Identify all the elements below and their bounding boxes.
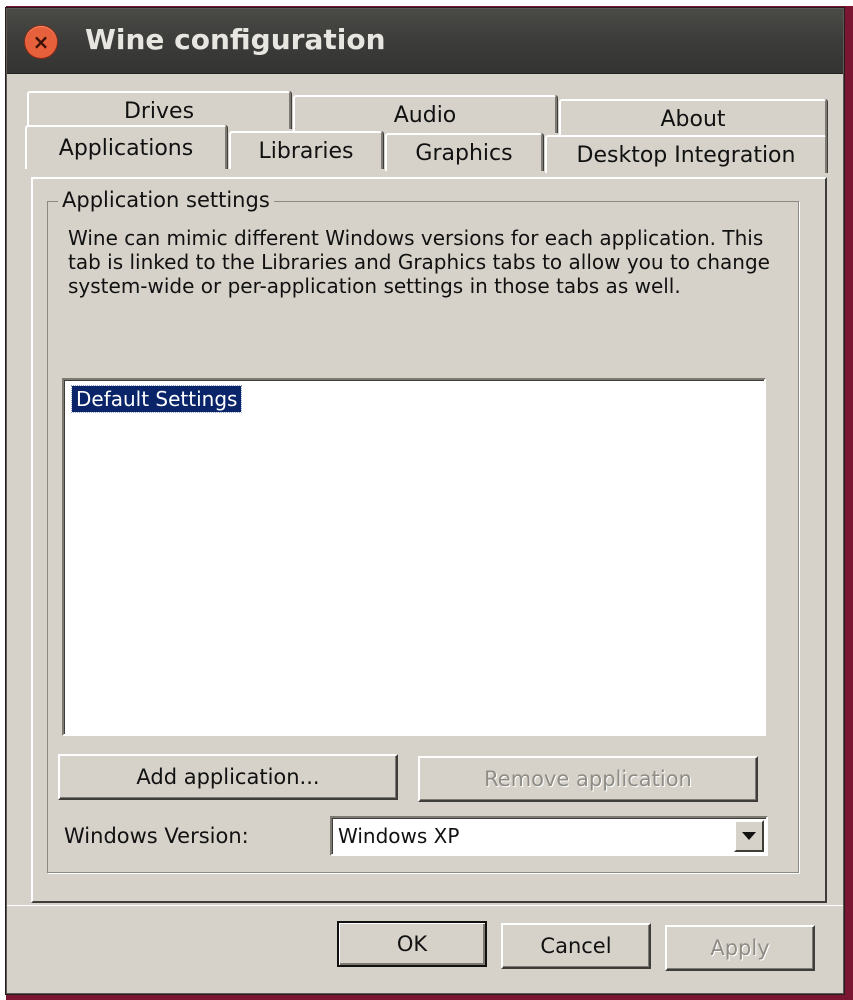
apply-button[interactable]: Apply	[665, 925, 815, 971]
wine-config-window: × Wine configuration Drives Audio About …	[6, 8, 844, 994]
tab-label: Libraries	[258, 138, 354, 164]
tab-label: Audio	[393, 102, 457, 128]
tab-libraries[interactable]: Libraries	[229, 131, 383, 169]
windows-version-value: Windows XP	[338, 824, 460, 848]
group-title: Application settings	[58, 188, 274, 212]
window-title: Wine configuration	[85, 23, 386, 56]
applications-tab-panel: Application settings Wine can mimic diff…	[31, 177, 827, 903]
footer-separator	[7, 905, 843, 906]
tab-applications[interactable]: Applications	[25, 125, 227, 169]
tab-graphics[interactable]: Graphics	[385, 133, 543, 171]
windows-version-label: Windows Version:	[64, 824, 249, 848]
application-settings-group: Application settings Wine can mimic diff…	[47, 188, 799, 873]
title-bar[interactable]: × Wine configuration	[7, 9, 843, 74]
ok-button[interactable]: OK	[337, 921, 487, 967]
close-button[interactable]: ×	[25, 26, 57, 58]
tab-about[interactable]: About	[559, 99, 827, 137]
tab-label: Applications	[58, 135, 194, 161]
cancel-button[interactable]: Cancel	[501, 923, 651, 969]
tab-label: Desktop Integration	[576, 142, 796, 168]
windows-version-select[interactable]: Windows XP	[330, 816, 768, 856]
remove-application-button[interactable]: Remove application	[418, 756, 758, 802]
description-text: Wine can mimic different Windows version…	[68, 226, 770, 298]
tab-label: About	[660, 106, 726, 132]
tab-audio[interactable]: Audio	[293, 95, 557, 133]
tab-label: Drives	[123, 98, 195, 124]
applications-listbox[interactable]: Default Settings	[62, 378, 766, 736]
tab-label: Graphics	[415, 140, 513, 166]
add-application-button[interactable]: Add application...	[58, 754, 398, 800]
tab-drives[interactable]: Drives	[27, 91, 291, 129]
list-item[interactable]: Default Settings	[70, 385, 243, 413]
dropdown-button[interactable]	[734, 820, 764, 852]
tab-desktop-integration[interactable]: Desktop Integration	[545, 135, 827, 173]
chevron-down-icon	[742, 832, 756, 840]
close-icon: ×	[32, 30, 50, 54]
